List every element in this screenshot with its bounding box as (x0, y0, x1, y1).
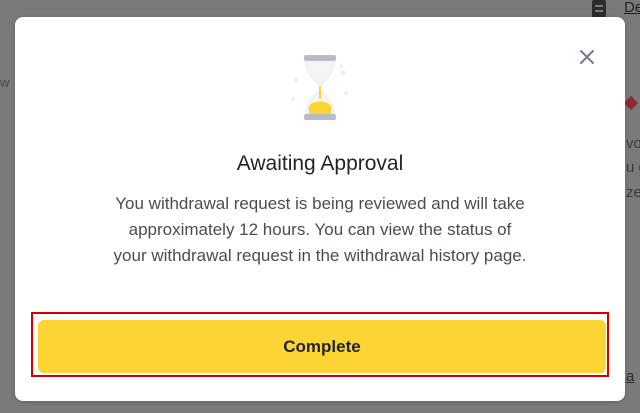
close-button[interactable] (575, 45, 599, 69)
background-right-fragment-2: u o (626, 159, 640, 176)
background-link: De (624, 0, 640, 16)
document-icon (592, 0, 606, 18)
background-right-fragment-3: ze (626, 184, 640, 201)
background-red-mark (623, 95, 639, 111)
hourglass-icon (285, 50, 355, 126)
background-right-fragment-4: a (626, 368, 635, 385)
background-left-fragment: w (0, 75, 10, 90)
close-icon (580, 50, 594, 64)
modal-message: You withdrawal request is being reviewed… (113, 194, 527, 265)
modal-title: Awaiting Approval (236, 152, 404, 175)
approval-modal: Awaiting Approval You withdrawal request… (15, 17, 625, 401)
complete-button[interactable]: Complete (38, 320, 606, 373)
background-right-fragment-1: vo (626, 135, 640, 152)
